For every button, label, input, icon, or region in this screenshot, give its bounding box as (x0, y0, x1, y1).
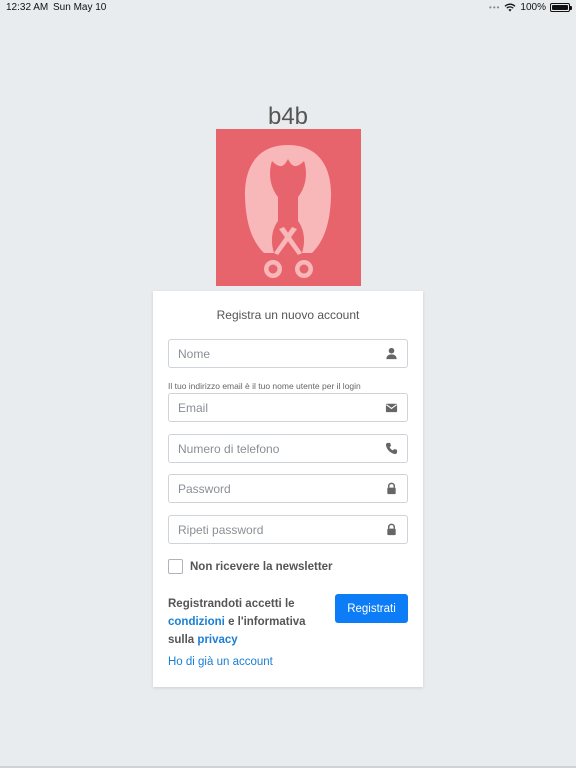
lock-icon (387, 523, 396, 536)
wifi-icon (504, 3, 516, 12)
app-brand: b4b (267, 103, 309, 130)
lock-icon (387, 482, 396, 495)
form-title: Registra un nuovo account (216, 308, 360, 322)
conditions-link[interactable]: condizioni (168, 616, 225, 628)
name-input[interactable] (169, 340, 378, 367)
terms-text-1: Registrandoti accetti le (168, 598, 295, 610)
status-date: Sun May 10 (53, 2, 107, 13)
battery-icon (550, 3, 572, 12)
newsletter-label[interactable]: Non ricevere la newsletter (190, 561, 333, 573)
battery-percent: 100% (520, 2, 546, 13)
terms-text: Registrandoti accetti le condizioni e l'… (168, 595, 318, 649)
user-icon (386, 347, 397, 360)
existing-account-link[interactable]: Ho di già un account (168, 656, 273, 668)
register-button[interactable]: Registrati (335, 594, 408, 623)
newsletter-option: Non ricevere la newsletter (168, 559, 333, 574)
phone-input[interactable] (169, 435, 378, 462)
phone-field[interactable] (168, 434, 408, 463)
multitask-dots-icon: ••• (489, 3, 501, 12)
repeat-password-input[interactable] (169, 516, 378, 543)
email-field[interactable] (168, 393, 408, 422)
registration-card: Registra un nuovo account Il tuo indiriz… (153, 291, 423, 687)
email-input[interactable] (169, 394, 378, 421)
name-field[interactable] (168, 339, 408, 368)
phone-icon (385, 442, 398, 455)
status-time: 12:32 AM (6, 2, 49, 13)
status-right: ••• 100% (489, 2, 572, 13)
password-field[interactable] (168, 474, 408, 503)
app-logo (216, 129, 361, 286)
battery-fill (552, 5, 568, 10)
password-input[interactable] (169, 475, 378, 502)
newsletter-checkbox[interactable] (168, 559, 183, 574)
envelope-icon (385, 403, 398, 413)
privacy-link[interactable]: privacy (197, 634, 237, 646)
email-hint: Il tuo indirizzo email è il tuo nome ute… (168, 381, 361, 391)
repeat-password-field[interactable] (168, 515, 408, 544)
status-bar: 12:32 AM Sun May 10 ••• 100% (0, 0, 576, 16)
hairdresser-logo-icon (244, 145, 332, 278)
